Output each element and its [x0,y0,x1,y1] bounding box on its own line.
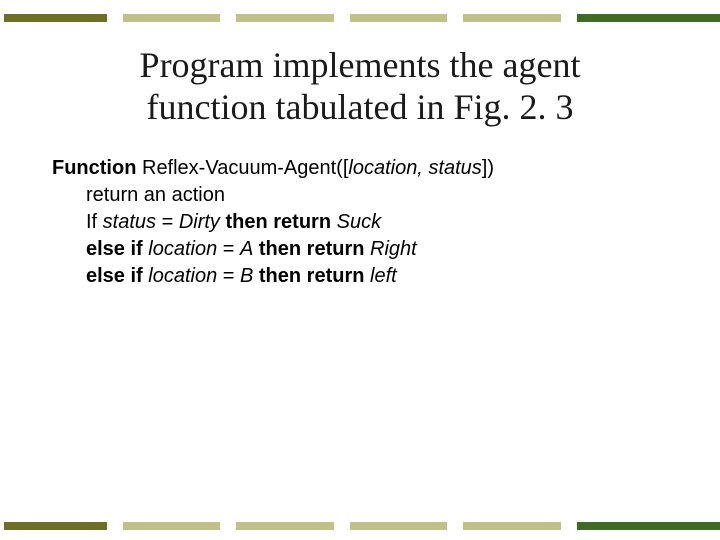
stripe-segment [350,14,447,22]
slide-title: Program implements the agent function ta… [60,44,660,129]
stripe-segment [577,14,720,22]
stripe-segment [123,14,220,22]
slide-body: Function Reflex-Vacuum-Agent([location, … [52,155,680,290]
stripe-segment [463,14,560,22]
stripe-segment [236,522,333,530]
fn-arg-status: status [428,157,481,179]
fn-line-1: If status = Dirty then return Suck [52,209,680,236]
stripe-segment [4,522,107,530]
fn-line-3: else if location = B then return left [52,263,680,290]
stripe-segment [577,522,720,530]
title-line-2: function tabulated in Fig. 2. 3 [147,87,574,127]
top-stripe-row [0,0,720,22]
stripe-segment [236,14,333,22]
fn-line-2: else if location = A then return Right [52,236,680,263]
fn-name: Reflex-Vacuum-Agent([ [136,157,348,179]
fn-return-line: return an action [52,182,680,209]
stripe-segment [463,522,560,530]
fn-arg-location: location, [348,157,423,179]
fn-close: ]) [482,157,494,179]
bottom-stripe-row [0,522,720,530]
stripe-segment [123,522,220,530]
fn-signature: Function Reflex-Vacuum-Agent([location, … [52,155,680,182]
stripe-segment [350,522,447,530]
kw-function: Function [52,157,136,179]
title-line-1: Program implements the agent [140,45,581,85]
stripe-segment [4,14,107,22]
